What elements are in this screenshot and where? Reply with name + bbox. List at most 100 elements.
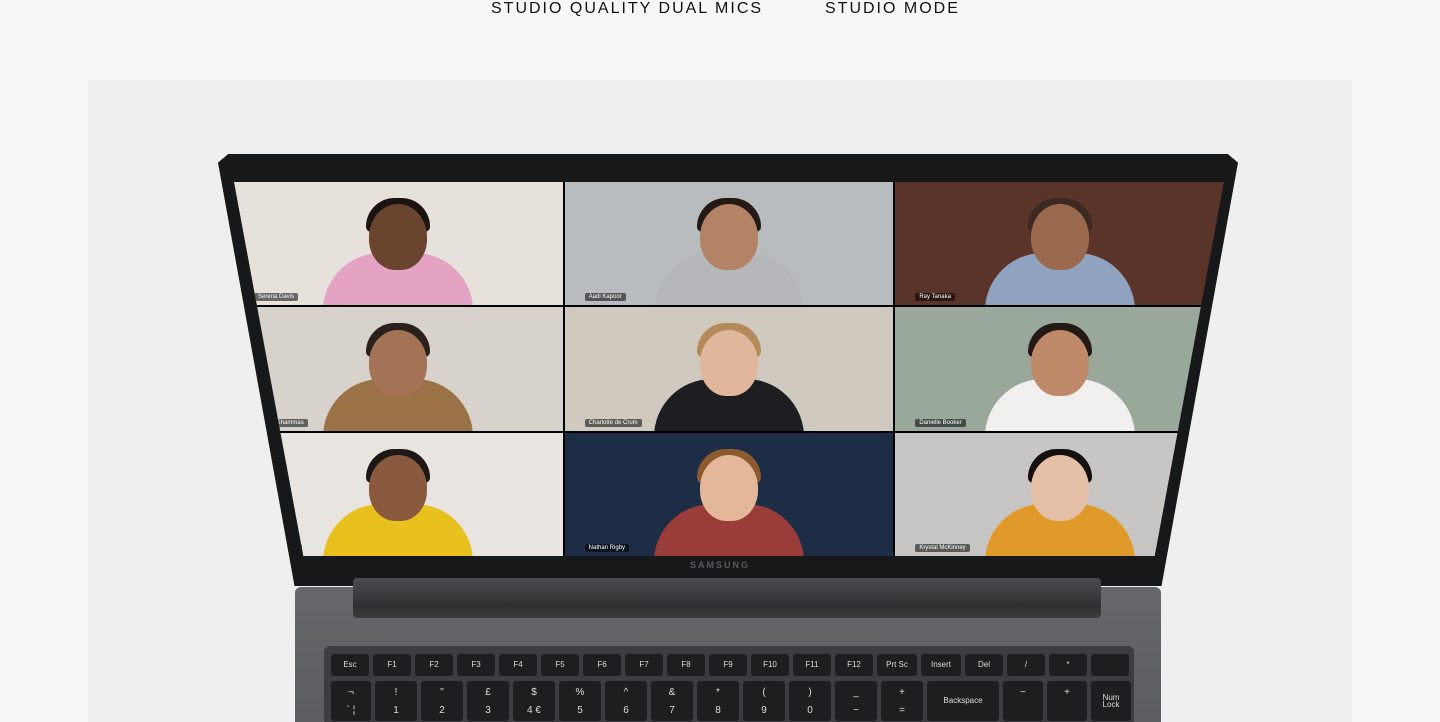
key-label: F1 bbox=[387, 660, 397, 669]
key-label: Prt Sc bbox=[886, 660, 908, 669]
brand-logo: SAMSUNG bbox=[689, 560, 750, 570]
key-fn[interactable]: F5 bbox=[541, 654, 579, 676]
key-label-bottom: 0 bbox=[807, 705, 813, 716]
key-fn[interactable]: F3 bbox=[457, 654, 495, 676]
key-label-top: _ bbox=[853, 687, 859, 698]
tab-studio-mode[interactable]: STUDIO MODE bbox=[825, 0, 960, 18]
key-label-top: − bbox=[1020, 687, 1026, 698]
key-main[interactable]: Backspace bbox=[927, 681, 999, 721]
key-label-bottom: = bbox=[899, 705, 905, 716]
key-fn[interactable]: F10 bbox=[751, 654, 789, 676]
video-tile[interactable]: Nathan Rigby bbox=[564, 432, 894, 556]
tab-studio-quality-dual-mics[interactable]: STUDIO QUALITY DUAL MICS bbox=[491, 0, 763, 18]
key-label-top: £ bbox=[485, 687, 491, 698]
participant-avatar bbox=[369, 204, 428, 271]
key-fn[interactable]: F12 bbox=[835, 654, 873, 676]
video-tile[interactable]: Ray Tanaka bbox=[895, 182, 1224, 306]
laptop-screen: Serena Davis Aadi Kapoor Ray Tanaka Babak S… bbox=[234, 182, 1224, 556]
key-fn[interactable]: / bbox=[1007, 654, 1045, 676]
key-label-top: ^ bbox=[623, 687, 629, 698]
key-label-top: ! bbox=[394, 687, 398, 698]
key-main[interactable]: $4 € bbox=[513, 681, 555, 721]
key-label-top: & bbox=[668, 687, 676, 698]
key-fn[interactable]: F4 bbox=[499, 654, 537, 676]
key-label: F5 bbox=[555, 660, 565, 669]
key-main[interactable]: ) 0 bbox=[789, 681, 831, 721]
key-label: F12 bbox=[847, 660, 861, 669]
key-fn[interactable]: F6 bbox=[583, 654, 621, 676]
key-label: F2 bbox=[429, 660, 439, 669]
participant-name-label: Danielle Booker bbox=[915, 418, 966, 427]
key-label-bottom: 4 € bbox=[527, 705, 541, 716]
key-label: Del bbox=[977, 660, 990, 669]
key-fn[interactable]: * bbox=[1049, 654, 1087, 676]
participant-avatar bbox=[1030, 454, 1089, 521]
key-label: F9 bbox=[723, 660, 733, 669]
key-main[interactable]: _ − bbox=[835, 681, 877, 721]
participant-avatar bbox=[369, 454, 428, 521]
participant-name-label: Krystal McKinney bbox=[915, 544, 970, 552]
key-label-top: % bbox=[575, 687, 585, 698]
participant-name-label: Serena Davis bbox=[254, 293, 299, 302]
key-label: * bbox=[1066, 660, 1070, 669]
participant-name-label: Ray Tanaka bbox=[915, 293, 955, 302]
key-label-top: + bbox=[1064, 687, 1070, 698]
key-label: F4 bbox=[513, 660, 523, 669]
key-label-bottom: ` ¦ bbox=[346, 705, 356, 716]
participant-name-label: Nathan Rigby bbox=[584, 544, 630, 552]
key-label-bottom: 5 bbox=[577, 705, 583, 716]
key-main[interactable]: ^ 6 bbox=[605, 681, 647, 721]
key-label: F3 bbox=[471, 660, 481, 669]
key-label: F8 bbox=[681, 660, 691, 669]
key-main[interactable]: ! 1 bbox=[375, 681, 417, 721]
key-main[interactable]: £3 bbox=[467, 681, 509, 721]
laptop-hinge bbox=[353, 578, 1101, 618]
key-fn[interactable]: F11 bbox=[793, 654, 831, 676]
key-fn[interactable]: Del bbox=[965, 654, 1003, 676]
video-tile[interactable]: Aadi Kapoor bbox=[564, 182, 894, 306]
key-main[interactable]: + = bbox=[881, 681, 923, 721]
key-main[interactable]: & 7 bbox=[651, 681, 693, 721]
key-main[interactable]: (9 bbox=[743, 681, 785, 721]
video-tile[interactable]: Babak Shammas bbox=[234, 307, 563, 431]
key-main[interactable]: + bbox=[1047, 681, 1087, 721]
key-label-top: + bbox=[899, 687, 905, 698]
key-label: F7 bbox=[639, 660, 649, 669]
key-fn[interactable]: Insert bbox=[921, 654, 961, 676]
key-label-bottom: − bbox=[853, 705, 859, 716]
key-fn[interactable]: F1 bbox=[373, 654, 411, 676]
video-tile[interactable]: Serena Davis bbox=[234, 182, 563, 306]
key-fn[interactable]: F8 bbox=[667, 654, 705, 676]
key-fn[interactable]: Prt Sc bbox=[877, 654, 917, 676]
key-fn[interactable] bbox=[1091, 654, 1129, 676]
key-main[interactable]: % 5 bbox=[559, 681, 601, 721]
key-label-bottom: 2 bbox=[439, 705, 445, 716]
participant-avatar bbox=[1030, 329, 1089, 396]
feature-tabs: STUDIO QUALITY DUAL MICS STUDIO MODE bbox=[0, 0, 1440, 22]
key-label-bottom: 3 bbox=[485, 705, 491, 716]
video-tile[interactable]: Danielle Booker bbox=[895, 307, 1224, 431]
video-tile[interactable]: Charlotte de Crum bbox=[564, 307, 894, 431]
key-main[interactable]: Num Lock bbox=[1091, 681, 1131, 721]
key-label-bottom: 1 bbox=[393, 705, 399, 716]
key-fn[interactable]: F9 bbox=[709, 654, 747, 676]
key-fn[interactable]: Esc bbox=[331, 654, 369, 676]
key-main[interactable]: ¬ ` ¦ bbox=[331, 681, 371, 721]
key-label-bottom: 7 bbox=[669, 705, 675, 716]
key-fn[interactable]: F2 bbox=[415, 654, 453, 676]
participant-avatar bbox=[699, 454, 758, 521]
key-label: Insert bbox=[930, 660, 951, 669]
key-label: F11 bbox=[805, 660, 819, 669]
key-label: Esc bbox=[343, 660, 357, 669]
key-label: F10 bbox=[763, 660, 777, 669]
key-main[interactable]: − bbox=[1003, 681, 1043, 721]
participant-name-label: Aadi Kapoor bbox=[584, 293, 626, 302]
key-label-top: ) bbox=[808, 687, 812, 698]
key-label-top: ¬ bbox=[348, 687, 354, 698]
key-main[interactable]: * 8 bbox=[697, 681, 739, 721]
key-fn[interactable]: F7 bbox=[625, 654, 663, 676]
key-label: F6 bbox=[597, 660, 607, 669]
participant-name-label: Babak Shammas bbox=[254, 418, 308, 427]
key-label-top: Backspace bbox=[943, 696, 983, 705]
key-main[interactable]: " 2 bbox=[421, 681, 463, 721]
